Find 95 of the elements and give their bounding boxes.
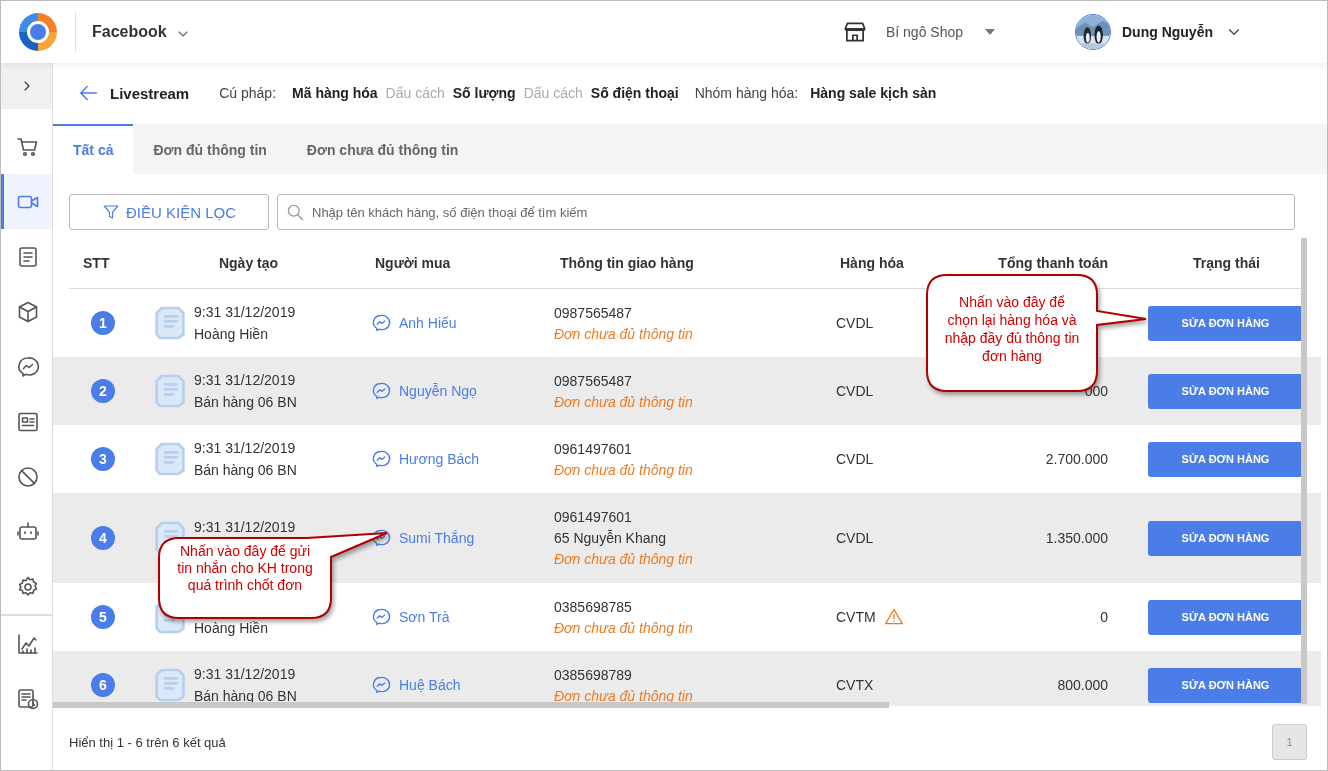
buyer-name[interactable]: Huệ Bách bbox=[399, 677, 461, 693]
ban-icon[interactable] bbox=[16, 464, 40, 489]
shipping-info: 0385698789 bbox=[554, 666, 633, 683]
created-time: 9:31 31/12/2019 bbox=[194, 665, 297, 683]
row-number: 1 bbox=[91, 311, 115, 335]
status-note: Đơn chưa đủ thông tin bbox=[554, 461, 694, 478]
messenger-icon[interactable] bbox=[371, 675, 391, 695]
filter-icon bbox=[102, 203, 120, 221]
chart-icon[interactable] bbox=[16, 631, 40, 656]
syntax-separator: Dấu cách bbox=[523, 85, 583, 101]
messenger-icon[interactable] bbox=[371, 607, 391, 627]
shipping-info: 0961497601 bbox=[554, 509, 633, 525]
edit-order-button[interactable]: SỬA ĐƠN HÀNG bbox=[1148, 441, 1303, 477]
shipping-info: 0385698785 bbox=[554, 598, 633, 615]
filter-button[interactable]: ĐIỀU KIỆN LỌC bbox=[69, 194, 269, 230]
logo-icon bbox=[17, 11, 59, 53]
syntax-label: Cú pháp: bbox=[219, 85, 277, 101]
column-header: STT bbox=[82, 255, 111, 271]
shipping-info: 0961497601 bbox=[554, 440, 633, 457]
total-amount: 0 bbox=[1100, 609, 1108, 625]
product-code: CVDL bbox=[836, 383, 874, 399]
messenger-icon[interactable] bbox=[371, 381, 391, 401]
search-icon bbox=[285, 202, 305, 222]
page-title: Livestream bbox=[110, 84, 190, 102]
total-amount: 2.700.000 bbox=[1045, 451, 1108, 467]
column-header: Người mua bbox=[374, 255, 452, 271]
product-code: CVTX bbox=[836, 677, 874, 693]
syntax-field: Số điện thoại bbox=[590, 85, 679, 101]
total-amount: 800.000 bbox=[1057, 677, 1108, 693]
messenger-icon[interactable] bbox=[371, 449, 391, 469]
created-time: 9:31 31/12/2019 bbox=[194, 303, 296, 321]
edit-order-button[interactable]: SỬA ĐƠN HÀNG bbox=[1148, 305, 1303, 341]
messenger-icon[interactable] bbox=[371, 528, 391, 548]
row-number: 4 bbox=[91, 526, 115, 550]
shop-name[interactable]: Bí ngô Shop bbox=[885, 24, 963, 40]
total-amount: 1.350.000 bbox=[1045, 530, 1108, 546]
store-icon bbox=[841, 19, 868, 45]
column-header: Tổng thanh toán bbox=[997, 255, 1109, 271]
edit-order-button[interactable]: SỬA ĐƠN HÀNG bbox=[1148, 373, 1303, 409]
search-field[interactable]: Nhập tên khách hàng, số điện thoại để tìm kiếm bbox=[277, 194, 1295, 230]
buyer-name[interactable]: Anh Hiếu bbox=[399, 315, 457, 331]
row-number: 6 bbox=[91, 673, 115, 697]
status-note: Đơn chưa đủ thông tin bbox=[554, 619, 694, 636]
column-header: Hàng hóa bbox=[839, 255, 905, 271]
column-header: Thông tin giao hàng bbox=[559, 255, 695, 271]
product-code: CVDL bbox=[836, 315, 874, 331]
column-header: Trạng thái bbox=[1192, 255, 1261, 271]
column-header: Ngày tạo bbox=[217, 255, 280, 271]
user-name[interactable]: Dung Nguyễn bbox=[1122, 24, 1213, 40]
callout-text: Nhấn vào đây để chọn lại hàng hóa và nhập đầy đủ thông tin đơn hàng bbox=[943, 293, 1081, 365]
status-note: Đơn chưa đủ thông tin bbox=[554, 551, 694, 567]
group-label: Nhóm hàng hóa: bbox=[694, 85, 799, 101]
order-source: Hoàng Hiền bbox=[194, 619, 268, 637]
messenger-icon[interactable] bbox=[371, 313, 391, 333]
shipping-info: 0987565487 bbox=[554, 372, 633, 389]
buyer-name[interactable]: Sơn Trà bbox=[399, 609, 450, 625]
channel-name[interactable]: Facebook bbox=[92, 23, 167, 41]
syntax-field: Số lượng bbox=[452, 85, 516, 101]
edit-order-button[interactable]: SỬA ĐƠN HÀNG bbox=[1148, 599, 1303, 635]
buyer-name[interactable]: Sumi Thắng bbox=[399, 530, 475, 546]
tab[interactable]: Tất cả bbox=[53, 124, 134, 174]
created-time: 9:31 31/12/2019 bbox=[194, 439, 297, 457]
group-name: Hàng sale kịch sàn bbox=[810, 85, 937, 101]
status-note: Đơn chưa đủ thông tin bbox=[554, 393, 694, 410]
chat-bubble-icon[interactable] bbox=[16, 354, 40, 379]
notes-icon[interactable] bbox=[16, 244, 40, 269]
dropdown-arrow-icon[interactable] bbox=[985, 29, 995, 35]
created-time: 9:31 31/12/2019 bbox=[194, 371, 297, 389]
edit-order-button[interactable]: SỬA ĐƠN HÀNG bbox=[1148, 520, 1303, 556]
tab[interactable]: Đơn chưa đủ thông tin bbox=[286, 124, 479, 174]
shipping-info: 65 Nguyễn Khang bbox=[554, 530, 668, 546]
gear-icon[interactable] bbox=[16, 574, 40, 599]
created-time: 9:31 31/12/2019 bbox=[194, 518, 296, 536]
order-source: Bán hàng 06 BN bbox=[194, 393, 297, 411]
syntax-field: Mã hàng hóa bbox=[292, 85, 378, 101]
buyer-name[interactable]: Nguyễn Ngọ bbox=[399, 383, 477, 399]
edit-order-button[interactable]: SỬA ĐƠN HÀNG bbox=[1148, 667, 1303, 703]
buyer-name[interactable]: Hương Bách bbox=[399, 451, 480, 467]
product-code: CVDL bbox=[836, 451, 874, 467]
tab[interactable]: Đơn đủ thông tin bbox=[133, 124, 287, 174]
product-code: CVTM bbox=[836, 609, 876, 625]
order-source: Bán hàng 06 BN bbox=[194, 461, 297, 479]
product-code: CVDL bbox=[836, 530, 874, 546]
page-button[interactable]: 1 bbox=[1272, 724, 1307, 760]
result-summary: Hiển thị 1 - 6 trên 6 kết quả bbox=[69, 734, 226, 750]
shipping-info: 0987565487 bbox=[554, 304, 633, 321]
order-source: Hoàng Hiền bbox=[194, 325, 269, 343]
box-icon[interactable] bbox=[16, 299, 40, 324]
row-number: 3 bbox=[91, 447, 115, 471]
status-note: Đơn chưa đủ thông tin bbox=[554, 325, 694, 342]
row-number: 5 bbox=[91, 605, 115, 629]
report-icon[interactable] bbox=[16, 686, 40, 711]
syntax-separator: Dấu cách bbox=[385, 85, 445, 101]
row-number: 2 bbox=[91, 379, 115, 403]
callout-text: Nhấn vào đây để gửi tin nhắn cho KH trong quá trình chốt đơn bbox=[176, 543, 314, 594]
